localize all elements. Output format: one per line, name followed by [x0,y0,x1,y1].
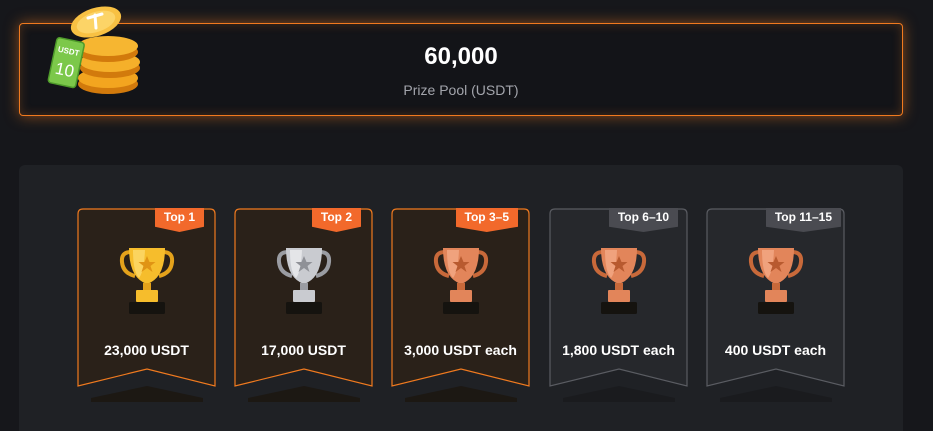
prize-tier-card-top-6-10: Top 6–10 1,800 USDT each [549,208,688,402]
bronze-trophy-icon [748,248,804,314]
coin-tag-value: 10 [53,59,75,82]
usdt-coins-icon: USDT 10 [47,6,140,94]
bronze-trophy-icon [433,248,489,314]
prize-tiers-panel: Top 1 23,000 USDT Top 2 17,000 USDT Top … [19,165,903,431]
tier-prize: 17,000 USDT [261,342,346,358]
gold-trophy-icon [119,248,175,314]
prize-tier-card-top-1: Top 1 23,000 USDT [77,208,216,402]
prize-pool-label: Prize Pool (USDT) [403,82,519,98]
prize-tier-card-top-11-15: Top 11–15 400 USDT each [706,208,845,402]
tier-prize: 23,000 USDT [104,342,189,358]
prize-tier-card-top-3-5: Top 3–5 3,000 USDT each [391,208,530,402]
prize-pool-banner: 60,000 Prize Pool (USDT) [19,23,903,116]
prize-tier-list: Top 1 23,000 USDT Top 2 17,000 USDT Top … [77,208,845,408]
tier-prize: 1,800 USDT each [562,342,675,358]
bronze-trophy-icon [591,248,647,314]
prize-pool-amount: 60,000 [424,43,498,70]
tier-prize: 400 USDT each [724,342,827,358]
prize-tier-card-top-2: Top 2 17,000 USDT [234,208,373,402]
tier-prize: 3,000 USDT each [404,342,517,358]
silver-trophy-icon [276,248,332,314]
